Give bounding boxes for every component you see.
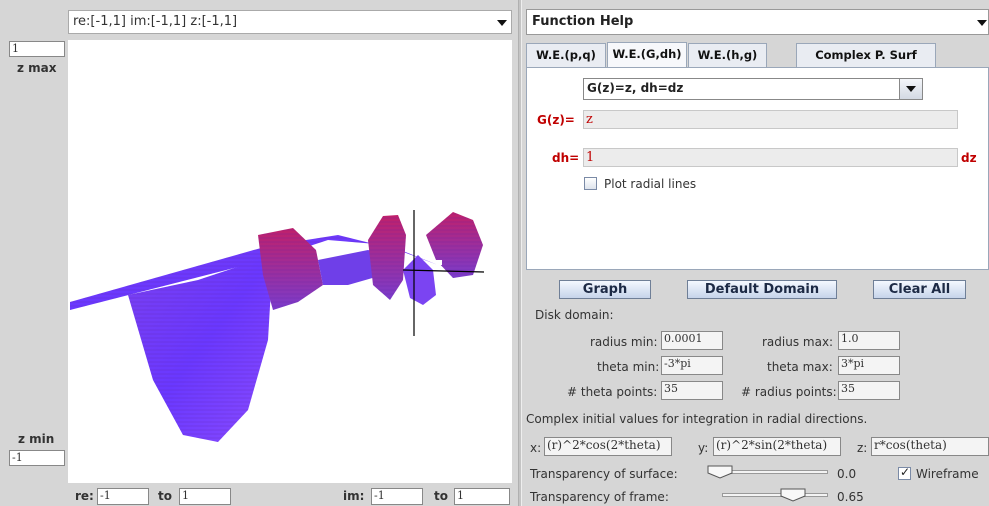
complex-init-label: Complex initial values for integration i… xyxy=(526,412,868,426)
tab-we-gdh[interactable]: W.E.(G,dh) xyxy=(607,42,687,68)
theta-points-field[interactable]: 35 xyxy=(661,381,723,400)
surface-transparency-slider[interactable] xyxy=(707,465,828,479)
panel-divider[interactable] xyxy=(518,0,522,506)
surface-plot xyxy=(70,210,485,442)
default-domain-button[interactable]: Default Domain xyxy=(687,280,837,299)
z-field[interactable]: r*cos(theta) xyxy=(871,437,989,456)
range-select[interactable]: re:[-1,1] im:[-1,1] z:[-1,1] xyxy=(68,10,512,34)
re-to-field[interactable]: 1 xyxy=(179,488,231,505)
g-label: G(z)= xyxy=(537,113,575,127)
graph-button[interactable]: Graph xyxy=(559,280,651,299)
zmin-label: z min xyxy=(18,432,55,446)
radius-max-field[interactable]: 1.0 xyxy=(838,331,900,350)
theta-min-field[interactable]: -3*pi xyxy=(661,356,723,375)
im-to-label: to xyxy=(434,489,448,503)
preset-select-label: G(z)=z, dh=dz xyxy=(587,81,684,95)
frame-transparency-slider[interactable] xyxy=(722,488,828,502)
surface-slider-thumb[interactable] xyxy=(707,465,733,479)
clear-all-button[interactable]: Clear All xyxy=(873,280,966,299)
theta-max-label: theta max: xyxy=(767,360,833,374)
chevron-down-icon xyxy=(497,20,507,26)
zmax-label: z max xyxy=(17,61,57,75)
function-help-select[interactable]: Function Help xyxy=(526,9,989,35)
check-icon: ✓ xyxy=(900,465,911,479)
re-label: re: xyxy=(75,489,94,503)
radius-max-label: radius max: xyxy=(762,335,834,349)
im-to-field[interactable]: 1 xyxy=(454,488,510,505)
y-field[interactable]: (r)^2*sin(2*theta) xyxy=(713,437,841,456)
tab-we-pq[interactable]: W.E.(p,q) xyxy=(526,43,606,67)
dh-label: dh= xyxy=(552,151,580,165)
im-from-field[interactable]: -1 xyxy=(371,488,423,505)
theta-min-label: theta min: xyxy=(597,360,660,374)
chevron-down-icon xyxy=(906,86,916,92)
chevron-down-icon xyxy=(977,20,987,26)
wireframe-label: Wireframe xyxy=(916,467,979,481)
surface-transparency-value: 0.0 xyxy=(837,467,857,481)
dz-label: dz xyxy=(961,151,977,165)
x-label: x: xyxy=(530,441,542,455)
tab-complex-p-surf[interactable]: Complex P. Surf xyxy=(796,43,936,67)
im-label: im: xyxy=(343,489,365,503)
tab-we-hg[interactable]: W.E.(h,g) xyxy=(688,43,767,67)
radius-points-label: # radius points: xyxy=(741,385,837,399)
surface-transparency-label: Transparency of surface: xyxy=(530,467,678,481)
radial-lines-checkbox[interactable] xyxy=(584,177,597,190)
theta-points-label: # theta points: xyxy=(567,385,658,399)
range-select-label: re:[-1,1] im:[-1,1] z:[-1,1] xyxy=(73,14,238,29)
zmin-field[interactable]: -1 xyxy=(9,450,65,466)
preset-dropdown-button[interactable] xyxy=(899,79,922,99)
x-field[interactable]: (r)^2*cos(2*theta) xyxy=(544,437,672,456)
preset-select[interactable]: G(z)=z, dh=dz xyxy=(583,78,923,100)
re-from-field[interactable]: -1 xyxy=(97,488,149,505)
radial-lines-label: Plot radial lines xyxy=(604,177,697,191)
g-input[interactable]: z xyxy=(583,110,958,129)
zmax-field[interactable]: 1 xyxy=(9,41,65,57)
theta-max-field[interactable]: 3*pi xyxy=(838,356,900,375)
dh-input[interactable]: 1 xyxy=(583,148,958,167)
frame-slider-thumb[interactable] xyxy=(780,488,806,502)
re-to-label: to xyxy=(158,489,172,503)
radius-min-field[interactable]: 0.0001 xyxy=(661,331,723,350)
radius-min-label: radius min: xyxy=(590,335,658,349)
y-label: y: xyxy=(698,441,709,455)
frame-transparency-label: Transparency of frame: xyxy=(530,490,669,504)
frame-transparency-value: 0.65 xyxy=(837,490,864,504)
disk-domain-label: Disk domain: xyxy=(535,308,614,322)
plot-canvas[interactable] xyxy=(68,40,512,483)
function-help-label: Function Help xyxy=(532,14,634,29)
wireframe-checkbox[interactable]: ✓ xyxy=(898,465,911,480)
radius-points-field[interactable]: 35 xyxy=(838,381,900,400)
z-label: z: xyxy=(857,441,868,455)
